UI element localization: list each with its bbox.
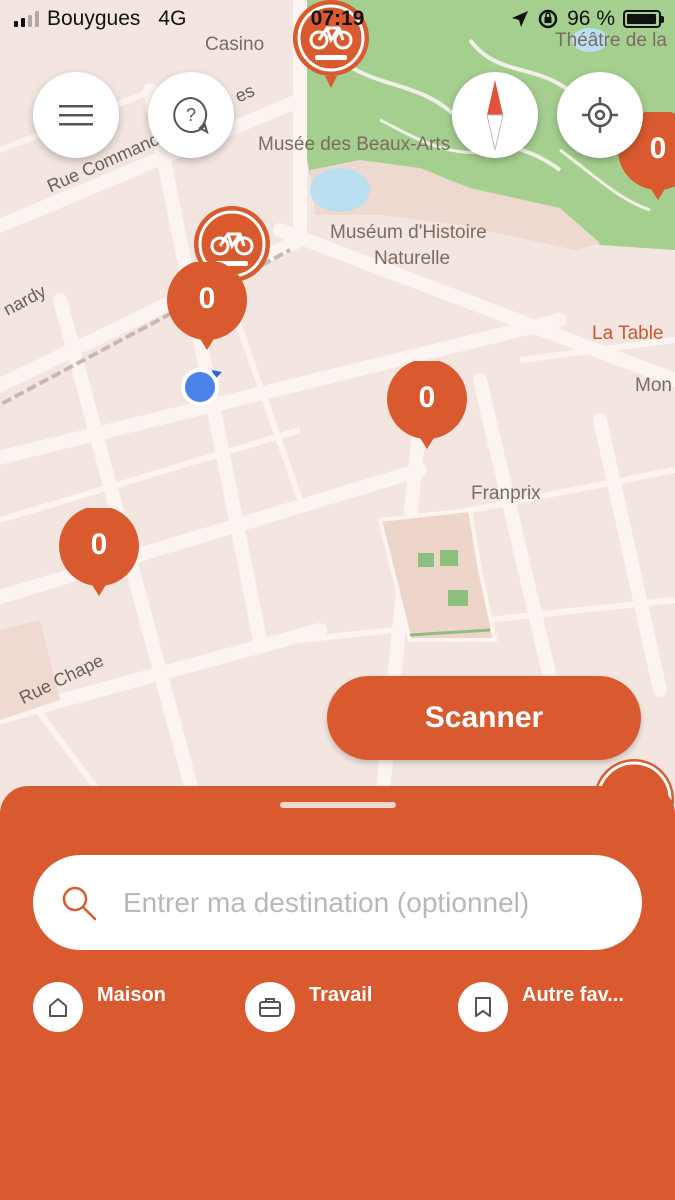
battery-percent: 96 %	[567, 7, 615, 30]
search-placeholder: Entrer ma destination (optionnel)	[123, 886, 530, 918]
bookmark-icon	[458, 982, 508, 1032]
favorite-home[interactable]: Maison	[33, 982, 166, 1032]
home-icon	[33, 982, 83, 1032]
scanner-button[interactable]: Scanner	[327, 676, 641, 760]
map-label-museum-line2: Naturelle	[374, 248, 451, 269]
status-bar: Bouygues 4G 07:19 96 %	[0, 0, 675, 38]
marker-count: 0	[198, 282, 216, 315]
map-label-museum-line1: Muséum d'Histoire	[330, 222, 487, 243]
map-label-franprix: Franprix	[471, 483, 541, 504]
hamburger-icon	[59, 105, 93, 126]
map-label-musee: Musée des Beaux-Arts	[258, 134, 451, 155]
recenter-button[interactable]	[557, 72, 643, 158]
svg-text:?: ?	[186, 105, 196, 125]
marker-count: 0	[418, 381, 436, 414]
destination-search-field[interactable]: Entrer ma destination (optionnel)	[33, 855, 642, 950]
favorite-work[interactable]: Travail	[245, 982, 372, 1032]
favorite-work-label: Travail	[309, 984, 373, 1006]
briefcase-icon	[245, 982, 295, 1032]
location-arrow-icon	[512, 11, 529, 27]
compass-icon	[486, 80, 504, 150]
favorite-other[interactable]: Autre fav...	[458, 982, 624, 1032]
favorite-home-label: Maison	[97, 984, 166, 1006]
battery-icon	[623, 10, 664, 28]
station-marker[interactable]: 0	[166, 260, 248, 352]
station-marker[interactable]: 0	[386, 359, 468, 451]
crosshair-icon	[582, 97, 618, 133]
help-button[interactable]: ?	[148, 72, 234, 158]
bottom-sheet[interactable]: Entrer ma destination (optionnel) Maison…	[0, 786, 675, 1200]
marker-count: 0	[90, 528, 108, 561]
compass-button[interactable]	[452, 72, 538, 158]
map-label-mon: Mon	[635, 375, 672, 396]
station-marker[interactable]: 0	[58, 506, 140, 598]
rotation-lock-icon	[538, 9, 558, 29]
help-bubble-icon: ?	[173, 96, 209, 135]
favorite-other-label: Autre fav...	[522, 984, 624, 1006]
user-location-icon	[180, 366, 226, 408]
map-label-la-table: La Table	[592, 323, 664, 344]
menu-button[interactable]	[33, 72, 119, 158]
drag-handle[interactable]	[280, 802, 396, 808]
search-icon	[62, 886, 97, 920]
